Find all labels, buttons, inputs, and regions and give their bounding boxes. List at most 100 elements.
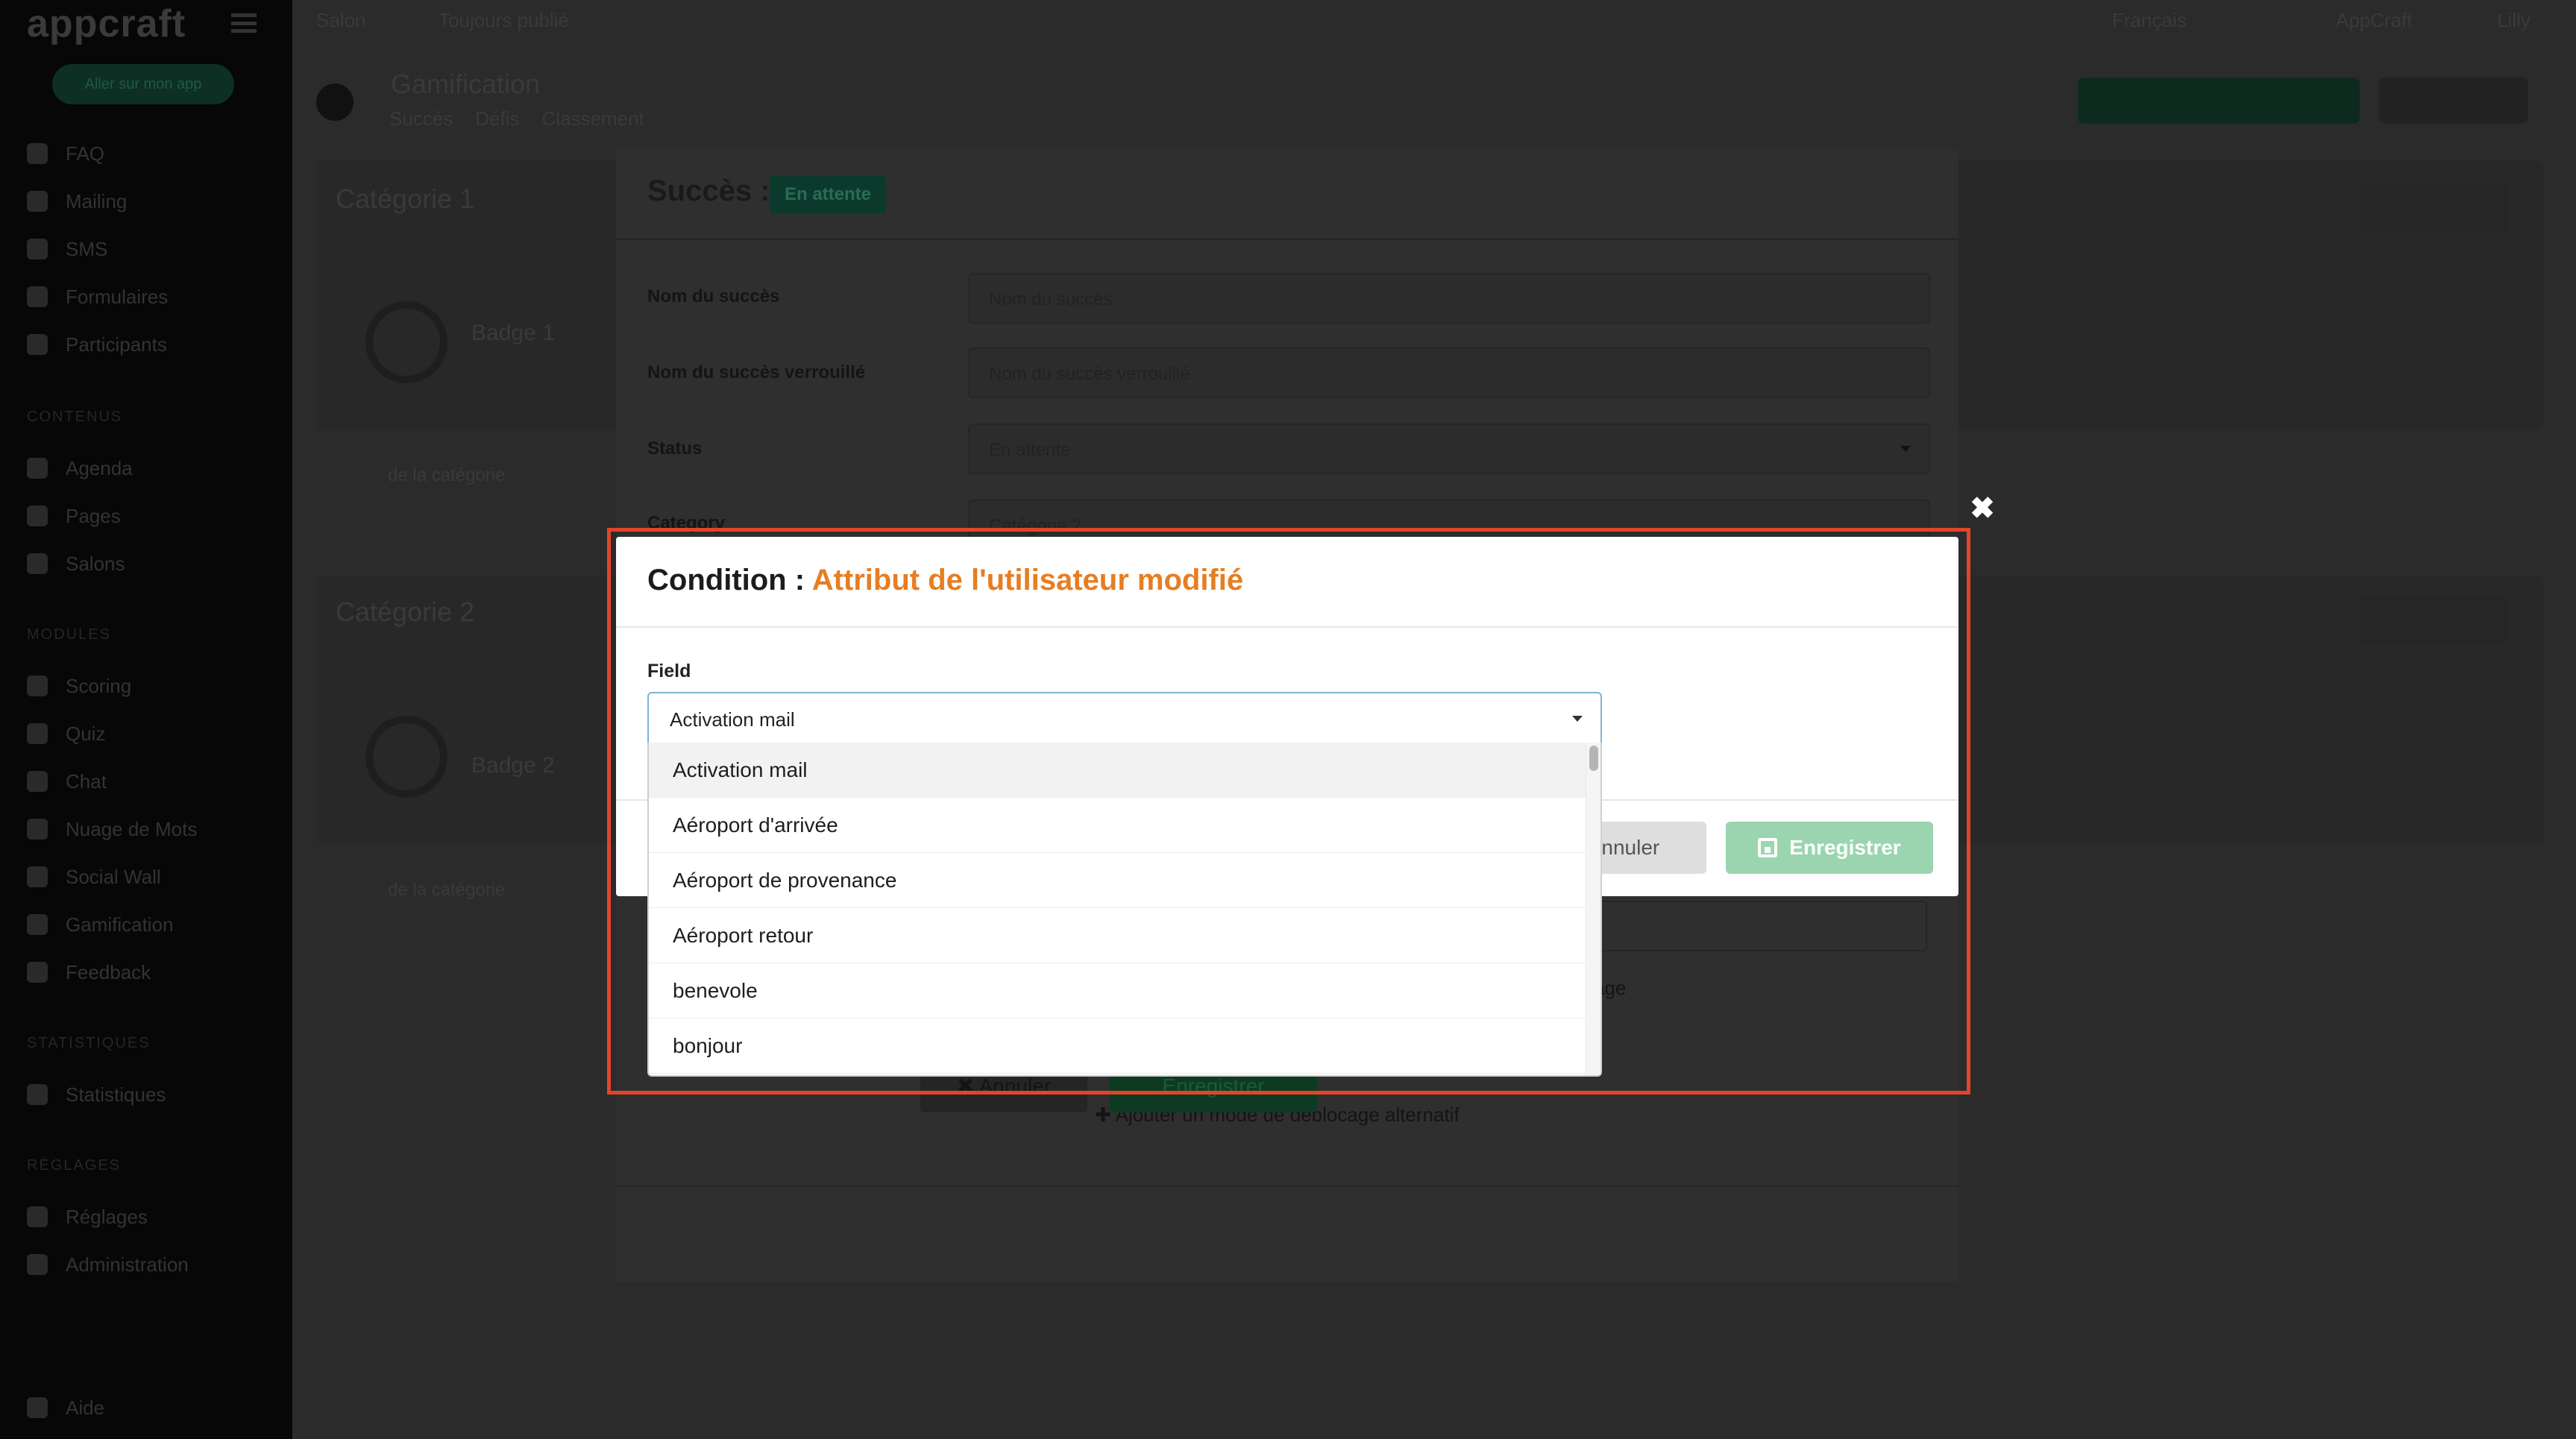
sidebar-item-pages[interactable]: Pages <box>27 501 121 531</box>
add-button[interactable] <box>2078 78 2360 124</box>
edit-category-2-button[interactable] <box>2360 596 2509 644</box>
page-title: Gamification <box>391 69 541 99</box>
sidebar-item-settings[interactable]: Réglages <box>27 1202 148 1232</box>
dropdown-scrollbar[interactable] <box>1586 743 1600 1075</box>
language-select[interactable]: Français <box>2112 9 2187 32</box>
wall-icon <box>27 866 48 887</box>
sidebar-item-gamification[interactable]: Gamification <box>27 910 174 939</box>
category-select-value: Catégorie 2 <box>989 516 1082 536</box>
status-select-value: En attente <box>989 440 1071 460</box>
dropdown-option[interactable]: Aéroport d'arrivée <box>649 798 1600 853</box>
sidebar-item-scoring[interactable]: Scoring <box>27 671 131 701</box>
lock-icon <box>27 1254 48 1275</box>
users-icon <box>27 334 48 355</box>
edit-category-1-button[interactable] <box>2360 183 2509 231</box>
floppy-disk-icon <box>1758 838 1778 857</box>
condition-modal-header: Condition : Attribut de l'utilisateur mo… <box>616 537 1958 628</box>
success-modal-footer <box>616 1185 1958 1282</box>
sidebar-section-contents: CONTENUS <box>27 409 123 425</box>
sidebar-item-statistics[interactable]: Statistiques <box>27 1080 166 1109</box>
chat-icon <box>27 771 48 792</box>
gamification-icon <box>316 84 354 121</box>
publish-status[interactable]: Toujours publié <box>439 9 569 32</box>
hamburger-icon[interactable] <box>231 13 257 33</box>
sidebar-item-administration[interactable]: Administration <box>27 1250 189 1279</box>
feedback-icon <box>27 962 48 983</box>
sidebar-item-sms[interactable]: SMS <box>27 234 107 264</box>
caret-down-icon <box>1900 446 1911 452</box>
go-to-app-button[interactable]: Aller sur mon app <box>52 64 234 104</box>
success-name-input[interactable]: Nom du succès <box>968 273 1930 324</box>
status-label: Status <box>647 438 703 459</box>
badge-2-label: Badge 2 <box>471 753 555 778</box>
locked-name-label: Nom du succès verrouillé <box>647 362 866 382</box>
dropdown-option[interactable]: bonjour <box>649 1018 1600 1074</box>
sidebar-item-salons[interactable]: Salons <box>27 549 125 579</box>
category-1-title: Catégorie 1 <box>336 183 475 214</box>
sidebar-section-modules: MODULES <box>27 626 111 643</box>
gamepad-icon <box>27 914 48 935</box>
trophy-icon <box>27 676 48 696</box>
badge-1-icon <box>365 301 447 383</box>
locked-name-input[interactable]: Nom du succès verrouillé <box>968 347 1930 398</box>
badge-1-label: Badge 1 <box>471 321 555 345</box>
sidebar-section-stats: STATISTIQUES <box>27 1035 151 1051</box>
sidebar-item-chat[interactable]: Chat <box>27 766 107 796</box>
sidebar-item-mailing[interactable]: Mailing <box>27 186 127 216</box>
dropdown-option[interactable]: Aéroport retour <box>649 908 1600 963</box>
secondary-header-button[interactable] <box>2379 78 2528 124</box>
status-select[interactable]: En attente <box>968 423 1930 474</box>
sidebar-item-quiz[interactable]: Quiz <box>27 719 105 749</box>
caret-down-icon <box>1572 716 1583 722</box>
sidebar-item-faq[interactable]: FAQ <box>27 139 104 169</box>
salon-menu[interactable]: Salon <box>316 9 366 32</box>
category-1-footer: de la catégorie <box>388 465 506 485</box>
success-name-label: Nom du succès <box>647 286 780 306</box>
sidebar: appcraft Aller sur mon app FAQ Mailing S… <box>0 0 292 1439</box>
sidebar-item-social-wall[interactable]: Social Wall <box>27 862 161 892</box>
field-select-value: Activation mail <box>670 708 795 731</box>
user-menu[interactable]: Lilly <box>2497 9 2531 32</box>
condition-type: Attribut de l'utilisateur modifié <box>811 564 1244 596</box>
cloud-icon <box>27 819 48 840</box>
category-2-title: Catégorie 2 <box>336 596 475 627</box>
field-dropdown: Activation mail Aéroport d'arrivée Aérop… <box>647 743 1602 1077</box>
dropdown-option[interactable]: Aéroport de provenance <box>649 853 1600 908</box>
page-tabs: Succès Défis Classement <box>389 107 644 130</box>
condition-save-button[interactable]: Enregistrer <box>1726 822 1933 874</box>
field-select[interactable]: Activation mail <box>647 692 1602 744</box>
sidebar-item-agenda[interactable]: Agenda <box>27 453 133 483</box>
category-2-footer: de la catégorie <box>388 880 506 900</box>
tab-ranking[interactable]: Classement <box>542 107 644 130</box>
sms-icon <box>27 239 48 259</box>
unlock-mode-field[interactable] <box>1584 901 1927 951</box>
app-logo: appcraft <box>27 2 186 45</box>
close-icon[interactable]: ✖ <box>1969 494 1996 523</box>
dropdown-option[interactable]: benevole <box>649 963 1600 1018</box>
help-icon <box>27 1397 48 1418</box>
category-label: Category <box>647 513 726 533</box>
sidebar-item-feedback[interactable]: Feedback <box>27 957 151 987</box>
book-icon <box>27 458 48 479</box>
dropdown-option[interactable]: Activation mail <box>649 743 1600 798</box>
condition-modal-title: Condition : Attribut de l'utilisateur mo… <box>647 564 1244 596</box>
pages-icon <box>27 506 48 526</box>
quiz-icon <box>27 723 48 744</box>
tab-challenges[interactable]: Défis <box>475 107 519 130</box>
mail-icon <box>27 191 48 212</box>
scrollbar-thumb[interactable] <box>1589 746 1598 771</box>
top-bar: Salon Toujours publié Français AppCraft … <box>292 0 2576 45</box>
success-modal-title: Succès : <box>647 174 770 207</box>
tab-success[interactable]: Succès <box>389 107 453 130</box>
sidebar-item-help[interactable]: Aide <box>27 1393 104 1423</box>
field-label: Field <box>647 661 691 681</box>
badge-2-icon <box>365 716 447 798</box>
brand-menu[interactable]: AppCraft <box>2336 9 2413 32</box>
gear-icon <box>27 1206 48 1227</box>
pencil-icon <box>27 286 48 307</box>
sidebar-item-word-cloud[interactable]: Nuage de Mots <box>27 814 197 844</box>
sidebar-item-forms[interactable]: Formulaires <box>27 282 168 312</box>
chart-icon <box>27 1084 48 1105</box>
sidebar-item-participants[interactable]: Participants <box>27 330 167 359</box>
pin-icon <box>27 553 48 574</box>
